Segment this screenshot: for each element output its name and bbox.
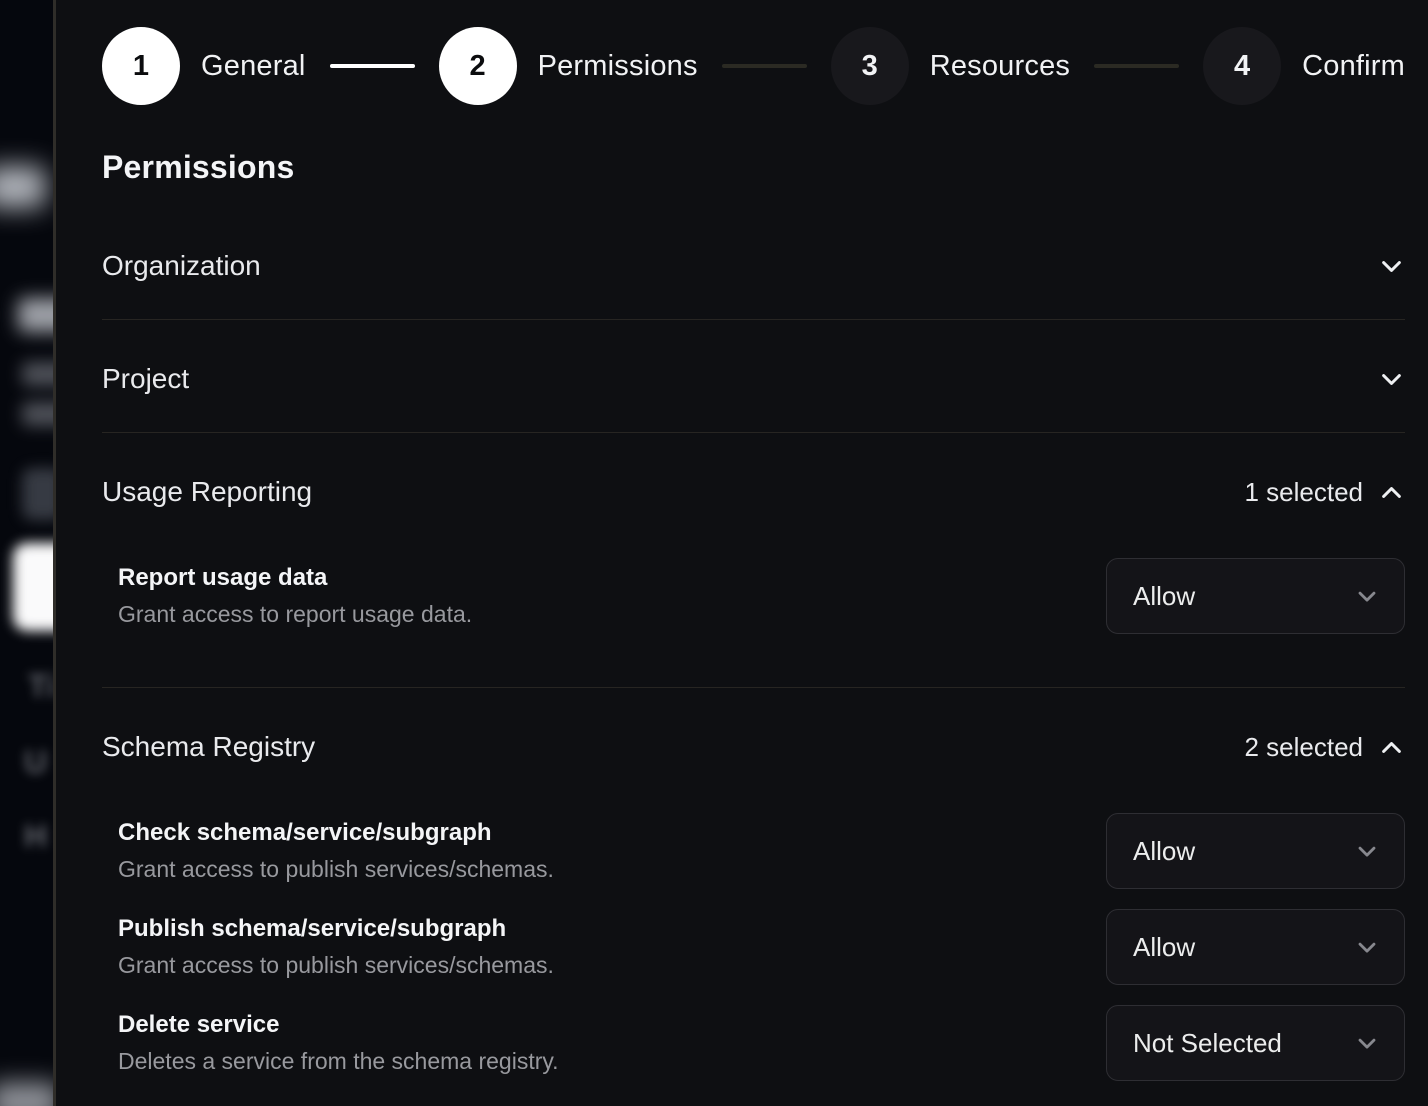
permission-description: Deletes a service from the schema regist… bbox=[118, 1048, 559, 1075]
chevron-down-icon bbox=[1353, 1029, 1381, 1057]
chevron-down-icon bbox=[1378, 253, 1405, 280]
permission-title: Delete service bbox=[118, 1011, 559, 1039]
permission-title: Publish schema/service/subgraph bbox=[118, 915, 554, 943]
step-label: Confirm bbox=[1302, 50, 1405, 83]
permission-level-select[interactable]: Allow bbox=[1106, 558, 1405, 634]
permission-description: Grant access to publish services/schemas… bbox=[118, 952, 554, 979]
chevron-down-icon bbox=[1353, 582, 1381, 610]
section-usage-reporting-toggle[interactable]: Usage Reporting 1 selected bbox=[102, 476, 1405, 508]
step-number-badge: 2 bbox=[439, 27, 517, 105]
step-connector bbox=[722, 64, 807, 68]
step-number-badge: 3 bbox=[831, 27, 909, 105]
select-value: Allow bbox=[1133, 932, 1195, 963]
section-title: Usage Reporting bbox=[102, 476, 312, 508]
step-general[interactable]: 1 General bbox=[102, 27, 306, 105]
step-connector bbox=[1094, 64, 1179, 68]
chevron-up-icon bbox=[1378, 734, 1405, 761]
sidebar-blurred-item bbox=[22, 402, 53, 426]
section-schema-registry-toggle[interactable]: Schema Registry 2 selected bbox=[102, 731, 1405, 763]
app-window: Ti U H 1 General 2 Permissions 3 Resourc… bbox=[0, 0, 1428, 1106]
section-title: Organization bbox=[102, 250, 261, 282]
chevron-up-icon bbox=[1378, 479, 1405, 506]
sidebar-blurred-item bbox=[0, 1082, 53, 1106]
section-project: Project bbox=[102, 320, 1405, 433]
access-token-wizard-panel: 1 General 2 Permissions 3 Resources 4 Co… bbox=[56, 0, 1428, 1106]
sidebar-blurred-item bbox=[18, 298, 53, 332]
chevron-down-icon bbox=[1353, 837, 1381, 865]
section-title: Project bbox=[102, 363, 189, 395]
permission-description: Grant access to report usage data. bbox=[118, 601, 472, 628]
section-project-toggle[interactable]: Project bbox=[102, 363, 1405, 395]
step-confirm[interactable]: 4 Confirm bbox=[1203, 27, 1405, 105]
permission-row: Check schema/service/subgraph Grant acce… bbox=[118, 813, 1405, 889]
sidebar-blurred-background: Ti U H bbox=[0, 0, 53, 1106]
select-value: Not Selected bbox=[1133, 1028, 1282, 1059]
permission-row: Report usage data Grant access to report… bbox=[118, 558, 1405, 634]
step-number-badge: 4 bbox=[1203, 27, 1281, 105]
permission-row: Publish schema/service/subgraph Grant ac… bbox=[118, 909, 1405, 985]
section-title: Schema Registry bbox=[102, 731, 315, 763]
sidebar-blurred-item bbox=[22, 362, 53, 386]
permission-description: Grant access to publish services/schemas… bbox=[118, 856, 554, 883]
sidebar-blurred-card bbox=[13, 543, 53, 631]
page-title: Permissions bbox=[102, 149, 1405, 186]
step-permissions[interactable]: 2 Permissions bbox=[439, 27, 698, 105]
selected-count-badge: 1 selected bbox=[1244, 477, 1363, 508]
permission-sections: Organization Project bbox=[102, 207, 1405, 1081]
sidebar-blurred-item: H bbox=[24, 818, 47, 855]
permission-level-select[interactable]: Allow bbox=[1106, 813, 1405, 889]
step-label: Permissions bbox=[538, 50, 698, 83]
step-number-badge: 1 bbox=[102, 27, 180, 105]
selected-count-badge: 2 selected bbox=[1244, 732, 1363, 763]
step-connector bbox=[330, 64, 415, 68]
permission-title: Check schema/service/subgraph bbox=[118, 819, 554, 847]
sidebar-blurred-item: Ti bbox=[28, 668, 53, 705]
permission-level-select[interactable]: Allow bbox=[1106, 909, 1405, 985]
sidebar-blurred-item bbox=[22, 468, 53, 520]
sidebar-blurred-item bbox=[0, 166, 46, 208]
select-value: Allow bbox=[1133, 581, 1195, 612]
section-usage-reporting: Usage Reporting 1 selected Report usage … bbox=[102, 433, 1405, 688]
permission-level-select[interactable]: Not Selected bbox=[1106, 1005, 1405, 1081]
chevron-down-icon bbox=[1353, 933, 1381, 961]
permission-row: Delete service Deletes a service from th… bbox=[118, 1005, 1405, 1081]
step-label: General bbox=[201, 50, 306, 83]
section-schema-registry: Schema Registry 2 selected Check schema/… bbox=[102, 688, 1405, 1081]
sidebar-blurred-item: U bbox=[24, 744, 47, 781]
step-resources[interactable]: 3 Resources bbox=[831, 27, 1070, 105]
step-label: Resources bbox=[930, 50, 1070, 83]
permission-title: Report usage data bbox=[118, 564, 472, 592]
section-organization-toggle[interactable]: Organization bbox=[102, 250, 1405, 282]
wizard-stepper: 1 General 2 Permissions 3 Resources 4 Co… bbox=[102, 27, 1405, 105]
select-value: Allow bbox=[1133, 836, 1195, 867]
section-organization: Organization bbox=[102, 207, 1405, 320]
chevron-down-icon bbox=[1378, 366, 1405, 393]
